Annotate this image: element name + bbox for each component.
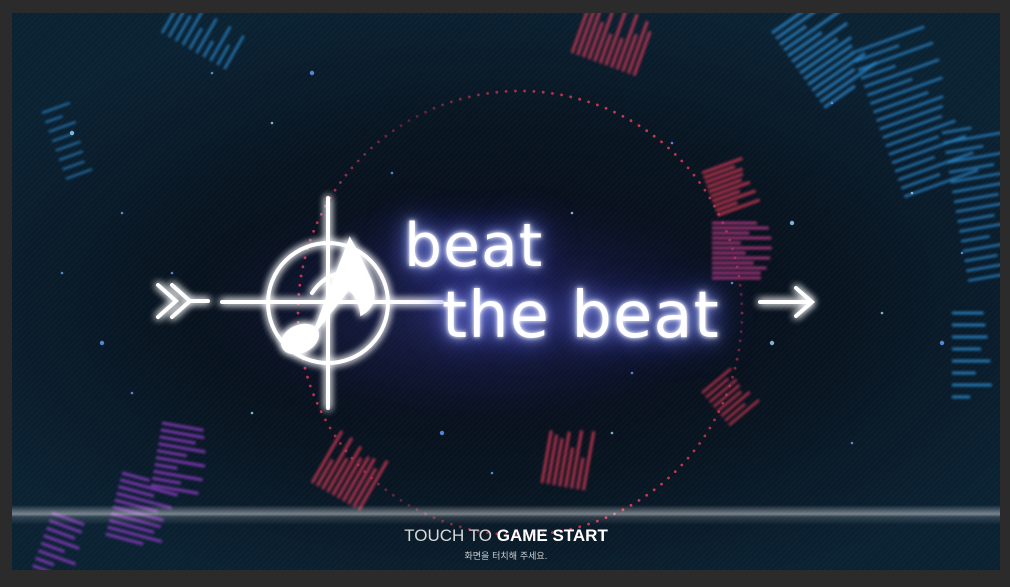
start-prompt-prefix: TOUCH TO	[404, 526, 497, 545]
game-title-line-2: the beat	[442, 279, 720, 353]
light-band	[12, 505, 1000, 525]
arrow-right-icon	[758, 286, 816, 318]
double-chevron-right-icon	[156, 283, 210, 319]
start-prompt-subtitle: 화면을 터치해 주세요.	[464, 552, 548, 562]
start-prompt-text: TOUCH TO GAME START	[12, 526, 1000, 546]
game-title-line-1: beat	[404, 211, 544, 281]
start-prompt-emphasis: GAME START	[496, 526, 608, 545]
game-title-screen[interactable]: beat the beat TOUCH TO GAME START 화면을 터치…	[12, 13, 1000, 570]
touch-to-start-button[interactable]: TOUCH TO GAME START 화면을 터치해 주세요.	[12, 526, 1000, 562]
